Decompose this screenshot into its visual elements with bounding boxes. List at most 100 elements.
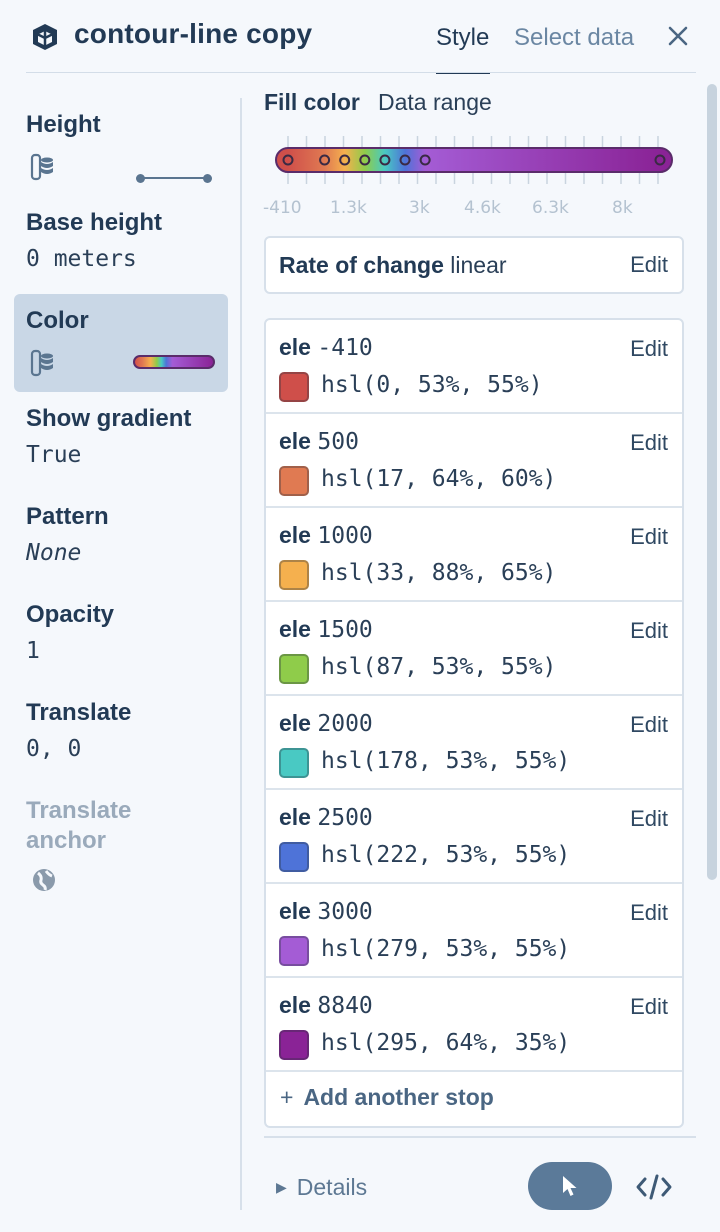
sidebar-divider — [240, 98, 242, 1210]
property-pattern[interactable]: Pattern None — [14, 502, 228, 582]
property-value: 1 — [26, 638, 40, 664]
rate-of-change-value: linear — [450, 252, 507, 278]
stop-heading: ele 1500 — [279, 616, 373, 643]
stop-color-text: hsl(0, 53%, 55%) — [321, 372, 543, 398]
color-ramp-bar — [275, 147, 673, 173]
color-swatch[interactable] — [279, 1030, 309, 1060]
details-label: Details — [296, 1174, 368, 1200]
property-value: True — [26, 442, 82, 468]
stop-value: 500 — [317, 429, 359, 455]
color-stop-row: ele 1000 Edit hsl(33, 88%, 65%) — [266, 508, 682, 602]
stop-value: -410 — [317, 335, 373, 361]
code-icon[interactable] — [634, 1172, 674, 1202]
panel-header: contour-line copy Style Select data — [0, 0, 720, 74]
property-label: Opacity — [26, 601, 115, 628]
data-range-slider[interactable]: -410 1.3k 3k 4.6k 6.3k 8k — [256, 132, 686, 222]
color-stop-row: ele -410 Edit hsl(0, 53%, 55%) — [266, 320, 682, 414]
details-toggle[interactable]: ▶ Details — [276, 1174, 367, 1201]
add-stop-button[interactable]: + Add another stop — [280, 1084, 494, 1111]
property-label: Height — [26, 111, 101, 138]
stop-value: 8840 — [317, 993, 373, 1019]
property-translate[interactable]: Translate 0, 0 — [14, 698, 228, 778]
stop-color-text: hsl(87, 53%, 55%) — [321, 654, 557, 680]
property-label: Base height — [26, 209, 163, 236]
database-icon[interactable] — [30, 348, 56, 378]
tab-style[interactable]: Style — [436, 24, 489, 52]
stop-color-text: hsl(295, 64%, 35%) — [321, 1030, 571, 1056]
header-divider — [26, 72, 696, 73]
stop-color-text: hsl(33, 88%, 65%) — [321, 560, 557, 586]
property-base-height[interactable]: Base height 0 meters — [14, 208, 228, 288]
stop-color-text: hsl(178, 53%, 55%) — [321, 748, 571, 774]
stop-property: ele — [279, 710, 311, 736]
color-swatch[interactable] — [279, 748, 309, 778]
property-translate-anchor: Translate anchor — [14, 796, 164, 866]
pointer-button[interactable] — [528, 1162, 612, 1210]
stop-edit-button[interactable]: Edit — [630, 618, 668, 644]
scrollbar[interactable] — [707, 84, 717, 880]
property-value: 0, 0 — [26, 736, 82, 762]
stop-heading: ele 3000 — [279, 898, 373, 925]
color-swatch[interactable] — [279, 560, 309, 590]
property-value: 0 meters — [26, 246, 137, 272]
color-swatch[interactable] — [279, 842, 309, 872]
tick-label: 8k — [612, 198, 633, 218]
stop-edit-button[interactable]: Edit — [630, 712, 668, 738]
data-range-label: Data range — [378, 89, 492, 115]
stop-property: ele — [279, 616, 311, 642]
property-value: None — [26, 540, 82, 566]
stop-edit-button[interactable]: Edit — [630, 336, 668, 362]
rate-edit-button[interactable]: Edit — [630, 252, 668, 278]
tick-label: 1.3k — [330, 198, 367, 218]
stop-value: 1500 — [317, 617, 373, 643]
globe-icon — [33, 869, 55, 891]
stop-edit-button[interactable]: Edit — [630, 994, 668, 1020]
property-label: Show gradient — [26, 405, 192, 432]
color-gradient-preview — [133, 355, 215, 369]
stop-heading: ele -410 — [279, 334, 373, 361]
stop-color-text: hsl(17, 64%, 60%) — [321, 466, 557, 492]
tab-select-data[interactable]: Select data — [514, 24, 634, 52]
color-swatch[interactable] — [279, 372, 309, 402]
color-stop-row: ele 1500 Edit hsl(87, 53%, 55%) — [266, 602, 682, 696]
rate-of-change-card: Rate of change linear Edit — [264, 236, 684, 294]
stop-color-text: hsl(222, 53%, 55%) — [321, 842, 571, 868]
tick-label: 4.6k — [464, 198, 501, 218]
plus-icon: + — [280, 1084, 294, 1110]
color-stop-row: ele 500 Edit hsl(17, 64%, 60%) — [266, 414, 682, 508]
stop-edit-button[interactable]: Edit — [630, 524, 668, 550]
stop-value: 2000 — [317, 711, 373, 737]
tick-label: 3k — [409, 198, 430, 218]
close-icon[interactable] — [666, 24, 690, 48]
stop-edit-button[interactable]: Edit — [630, 806, 668, 832]
stop-property: ele — [279, 898, 311, 924]
property-label: Translate anchor — [26, 797, 132, 854]
color-swatch[interactable] — [279, 654, 309, 684]
stop-property: ele — [279, 522, 311, 548]
stop-heading: ele 2500 — [279, 804, 373, 831]
stop-heading: ele 8840 — [279, 992, 373, 1019]
color-swatch[interactable] — [279, 466, 309, 496]
add-stop-label: Add another stop — [303, 1084, 494, 1110]
property-opacity[interactable]: Opacity 1 — [14, 600, 228, 680]
stop-property: ele — [279, 804, 311, 830]
stop-edit-button[interactable]: Edit — [630, 900, 668, 926]
stop-property: ele — [279, 334, 311, 360]
database-icon[interactable] — [30, 152, 56, 182]
rate-of-change-text: Rate of change linear — [279, 252, 507, 279]
color-swatch[interactable] — [279, 936, 309, 966]
stop-value: 2500 — [317, 805, 373, 831]
stop-property: ele — [279, 428, 311, 454]
pointer-icon — [563, 1176, 577, 1196]
stop-heading: ele 2000 — [279, 710, 373, 737]
layer-cube-icon — [33, 24, 57, 50]
tick-label: 6.3k — [532, 198, 569, 218]
color-stop-row: ele 2500 Edit hsl(222, 53%, 55%) — [266, 790, 682, 884]
stop-edit-button[interactable]: Edit — [630, 430, 668, 456]
property-label: Translate — [26, 699, 132, 726]
page-title: contour-line copy — [74, 18, 313, 49]
tick-label: -410 — [263, 198, 302, 218]
color-stops-list: ele -410 Edit hsl(0, 53%, 55%) ele 500 E… — [264, 318, 684, 1128]
fill-color-label: Fill color — [264, 89, 360, 115]
property-show-gradient[interactable]: Show gradient True — [14, 404, 228, 484]
